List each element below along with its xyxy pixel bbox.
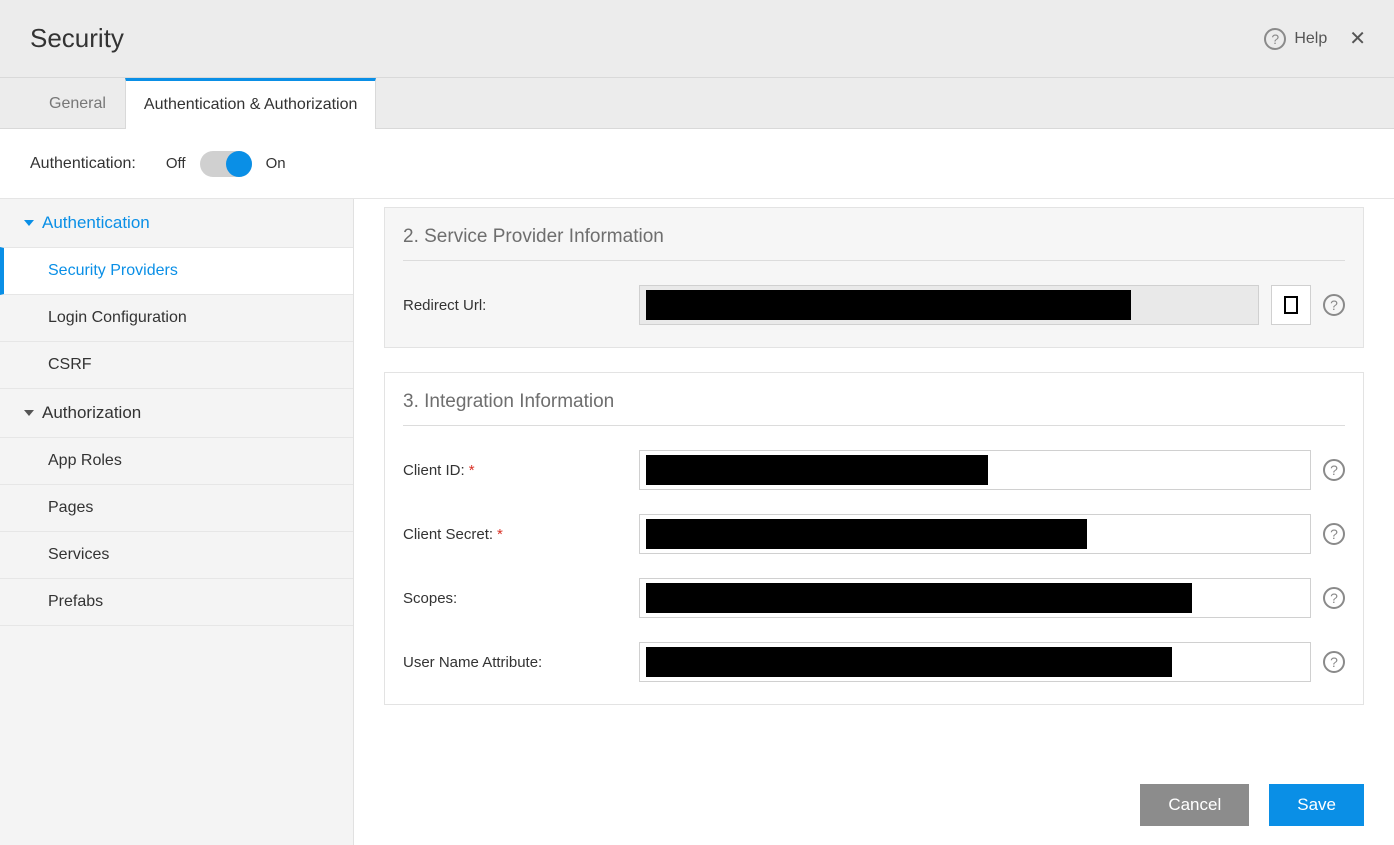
sidebar-item-label: CSRF	[48, 356, 92, 373]
form-row-username-attribute: User Name Attribute: ?	[403, 642, 1345, 682]
cancel-button-label: Cancel	[1168, 795, 1221, 815]
help-icon: ?	[1264, 28, 1286, 50]
client-id-field-wrap: ?	[639, 450, 1345, 490]
client-id-input[interactable]	[639, 450, 1311, 490]
tab-auth-label: Authentication & Authorization	[144, 96, 357, 114]
sidebar-item-csrf[interactable]: CSRF	[0, 342, 353, 389]
redacted-value	[646, 455, 988, 485]
authentication-toggle-group: Off On	[166, 151, 286, 177]
redacted-value	[646, 290, 1131, 320]
username-attribute-label: User Name Attribute:	[403, 654, 623, 671]
caret-down-icon	[24, 220, 34, 226]
username-attribute-input[interactable]	[639, 642, 1311, 682]
tab-authentication-authorization[interactable]: Authentication & Authorization	[125, 78, 376, 129]
cancel-button[interactable]: Cancel	[1140, 784, 1249, 826]
close-icon: ✕	[1349, 28, 1366, 50]
username-attribute-field-wrap: ?	[639, 642, 1345, 682]
redacted-value	[646, 647, 1172, 677]
help-icon[interactable]: ?	[1323, 459, 1345, 481]
authentication-switch[interactable]	[200, 151, 252, 177]
panel-title: 2. Service Provider Information	[403, 226, 1345, 261]
sidebar-item-app-roles[interactable]: App Roles	[0, 437, 353, 485]
redirect-url-label: Redirect Url:	[403, 297, 623, 314]
help-button[interactable]: ? Help	[1264, 28, 1327, 50]
client-id-label: Client ID:*	[403, 462, 623, 479]
toggle-off-label: Off	[166, 155, 186, 172]
dialog-header: Security ? Help ✕	[0, 0, 1394, 78]
dialog-title: Security	[30, 23, 1264, 54]
dialog-body: Authentication Security Providers Login …	[0, 199, 1394, 845]
sidebar: Authentication Security Providers Login …	[0, 199, 354, 845]
sidebar-group-authentication-label: Authentication	[42, 213, 150, 233]
sidebar-item-label: App Roles	[48, 452, 122, 469]
save-button-label: Save	[1297, 795, 1336, 815]
scopes-label: Scopes:	[403, 590, 623, 607]
tab-general[interactable]: General	[30, 78, 125, 128]
redirect-url-field	[639, 285, 1259, 325]
client-secret-input[interactable]	[639, 514, 1311, 554]
redacted-value	[646, 519, 1087, 549]
help-label: Help	[1294, 30, 1327, 48]
panel-title: 3. Integration Information	[403, 391, 1345, 426]
save-button[interactable]: Save	[1269, 784, 1364, 826]
scopes-input[interactable]	[639, 578, 1311, 618]
sidebar-item-label: Security Providers	[48, 262, 178, 279]
redirect-url-field-wrap: ?	[639, 285, 1345, 325]
form-row-client-secret: Client Secret:* ?	[403, 514, 1345, 554]
form-row-redirect-url: Redirect Url: ?	[403, 285, 1345, 325]
sidebar-item-label: Login Configuration	[48, 309, 187, 326]
help-icon[interactable]: ?	[1323, 523, 1345, 545]
form-row-client-id: Client ID:* ?	[403, 450, 1345, 490]
required-marker: *	[497, 526, 503, 543]
sidebar-item-security-providers[interactable]: Security Providers	[0, 247, 353, 295]
copy-icon	[1284, 296, 1298, 314]
sidebar-item-prefabs[interactable]: Prefabs	[0, 579, 353, 626]
sidebar-item-label: Prefabs	[48, 593, 103, 610]
tabs: General Authentication & Authorization	[0, 78, 1394, 129]
help-icon[interactable]: ?	[1323, 587, 1345, 609]
main-content: 2. Service Provider Information Redirect…	[354, 199, 1394, 845]
form-row-scopes: Scopes: ?	[403, 578, 1345, 618]
sidebar-item-label: Services	[48, 546, 109, 563]
sidebar-group-authorization[interactable]: Authorization	[0, 389, 353, 437]
dialog-footer: Cancel Save	[354, 765, 1394, 845]
switch-knob	[226, 151, 252, 177]
sidebar-item-login-configuration[interactable]: Login Configuration	[0, 295, 353, 342]
authentication-toggle-row: Authentication: Off On	[0, 129, 1394, 199]
client-secret-field-wrap: ?	[639, 514, 1345, 554]
tab-general-label: General	[49, 95, 106, 113]
scopes-field-wrap: ?	[639, 578, 1345, 618]
close-button[interactable]: ✕	[1345, 25, 1370, 53]
authentication-toggle-label: Authentication:	[30, 155, 136, 173]
sidebar-item-pages[interactable]: Pages	[0, 485, 353, 532]
client-secret-label: Client Secret:*	[403, 526, 623, 543]
label-text: Client ID:	[403, 462, 465, 479]
redacted-value	[646, 583, 1192, 613]
sidebar-item-label: Pages	[48, 499, 93, 516]
sidebar-item-services[interactable]: Services	[0, 532, 353, 579]
header-actions: ? Help ✕	[1264, 25, 1370, 53]
toggle-on-label: On	[266, 155, 286, 172]
sidebar-group-authorization-label: Authorization	[42, 403, 141, 423]
caret-down-icon	[24, 410, 34, 416]
panel-service-provider-information: 2. Service Provider Information Redirect…	[384, 207, 1364, 348]
sidebar-group-authentication[interactable]: Authentication	[0, 199, 353, 247]
label-text: Client Secret:	[403, 526, 493, 543]
panel-integration-information: 3. Integration Information Client ID:* ?…	[384, 372, 1364, 705]
required-marker: *	[469, 462, 475, 479]
help-icon[interactable]: ?	[1323, 651, 1345, 673]
copy-redirect-url-button[interactable]	[1271, 285, 1311, 325]
help-icon[interactable]: ?	[1323, 294, 1345, 316]
